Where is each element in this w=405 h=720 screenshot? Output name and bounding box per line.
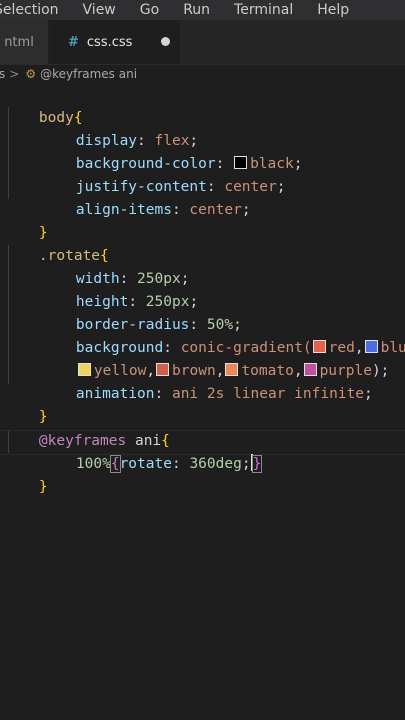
brace-close: }: [251, 455, 263, 473]
code-line: }: [4, 199, 48, 241]
menu-go[interactable]: Go: [140, 2, 159, 18]
css-file-icon: #: [68, 34, 79, 50]
value: 360deg: [189, 456, 242, 472]
menu-help[interactable]: Help: [317, 2, 349, 18]
unsaved-dot-icon[interactable]: [161, 37, 170, 46]
breadcrumb: s > ⚙ @keyframes ani: [0, 64, 405, 84]
code-line: .rotate{: [4, 222, 109, 264]
code-line: border-radius: 50%;: [75, 317, 242, 333]
value: ani 2s linear infinite: [171, 386, 365, 402]
property: animation: [75, 386, 155, 402]
code-line: animation: ani 2s linear infinite;: [75, 386, 373, 402]
code-line: justify-content: center;: [75, 179, 286, 195]
code-line: yellow, brown, tomato, purple);: [42, 337, 389, 379]
property: rotate: [119, 456, 172, 472]
keyframes-symbol-icon: ⚙: [25, 67, 37, 81]
code-line: height: 250px;: [75, 294, 199, 310]
code-line: width: 250px;: [75, 271, 190, 287]
menu-bar: Selection View Go Run Terminal Help: [0, 0, 405, 20]
menu-selection[interactable]: Selection: [0, 2, 59, 18]
code-line: align-items: center;: [75, 202, 251, 218]
code-line: 100%{rotate: 360deg;}: [75, 454, 263, 473]
code-editor[interactable]: body{ display: flex; background-color: b…: [0, 84, 405, 720]
breadcrumb-separator: >: [9, 67, 20, 81]
value: center: [189, 202, 242, 218]
code-line: }: [4, 453, 48, 495]
tab-html[interactable]: ntml: [0, 20, 49, 64]
code-line: display: flex;: [75, 133, 199, 149]
brace-open: {: [109, 455, 121, 473]
breadcrumb-parent[interactable]: s: [0, 67, 5, 81]
code-line: background: conic-gradient(red,blue: [41, 314, 405, 356]
code-line: @keyframes ani{: [4, 407, 170, 449]
tab-css-label: css.css: [86, 34, 133, 50]
tab-css[interactable]: # css.css: [50, 20, 180, 64]
code-line: background-color: black;: [75, 156, 303, 172]
menu-run[interactable]: Run: [183, 2, 210, 18]
tab-bar: ntml # css.css: [0, 20, 405, 65]
property: align-items: [75, 202, 172, 218]
menu-terminal[interactable]: Terminal: [234, 2, 293, 18]
code-line: body{: [4, 84, 83, 126]
tab-html-label: ntml: [4, 34, 34, 50]
menu-view[interactable]: View: [83, 2, 116, 18]
code-line: }: [4, 383, 48, 425]
brace-close: }: [38, 479, 48, 495]
breadcrumb-current[interactable]: @keyframes ani: [40, 67, 137, 81]
keyframe-selector: 100%: [75, 456, 111, 472]
